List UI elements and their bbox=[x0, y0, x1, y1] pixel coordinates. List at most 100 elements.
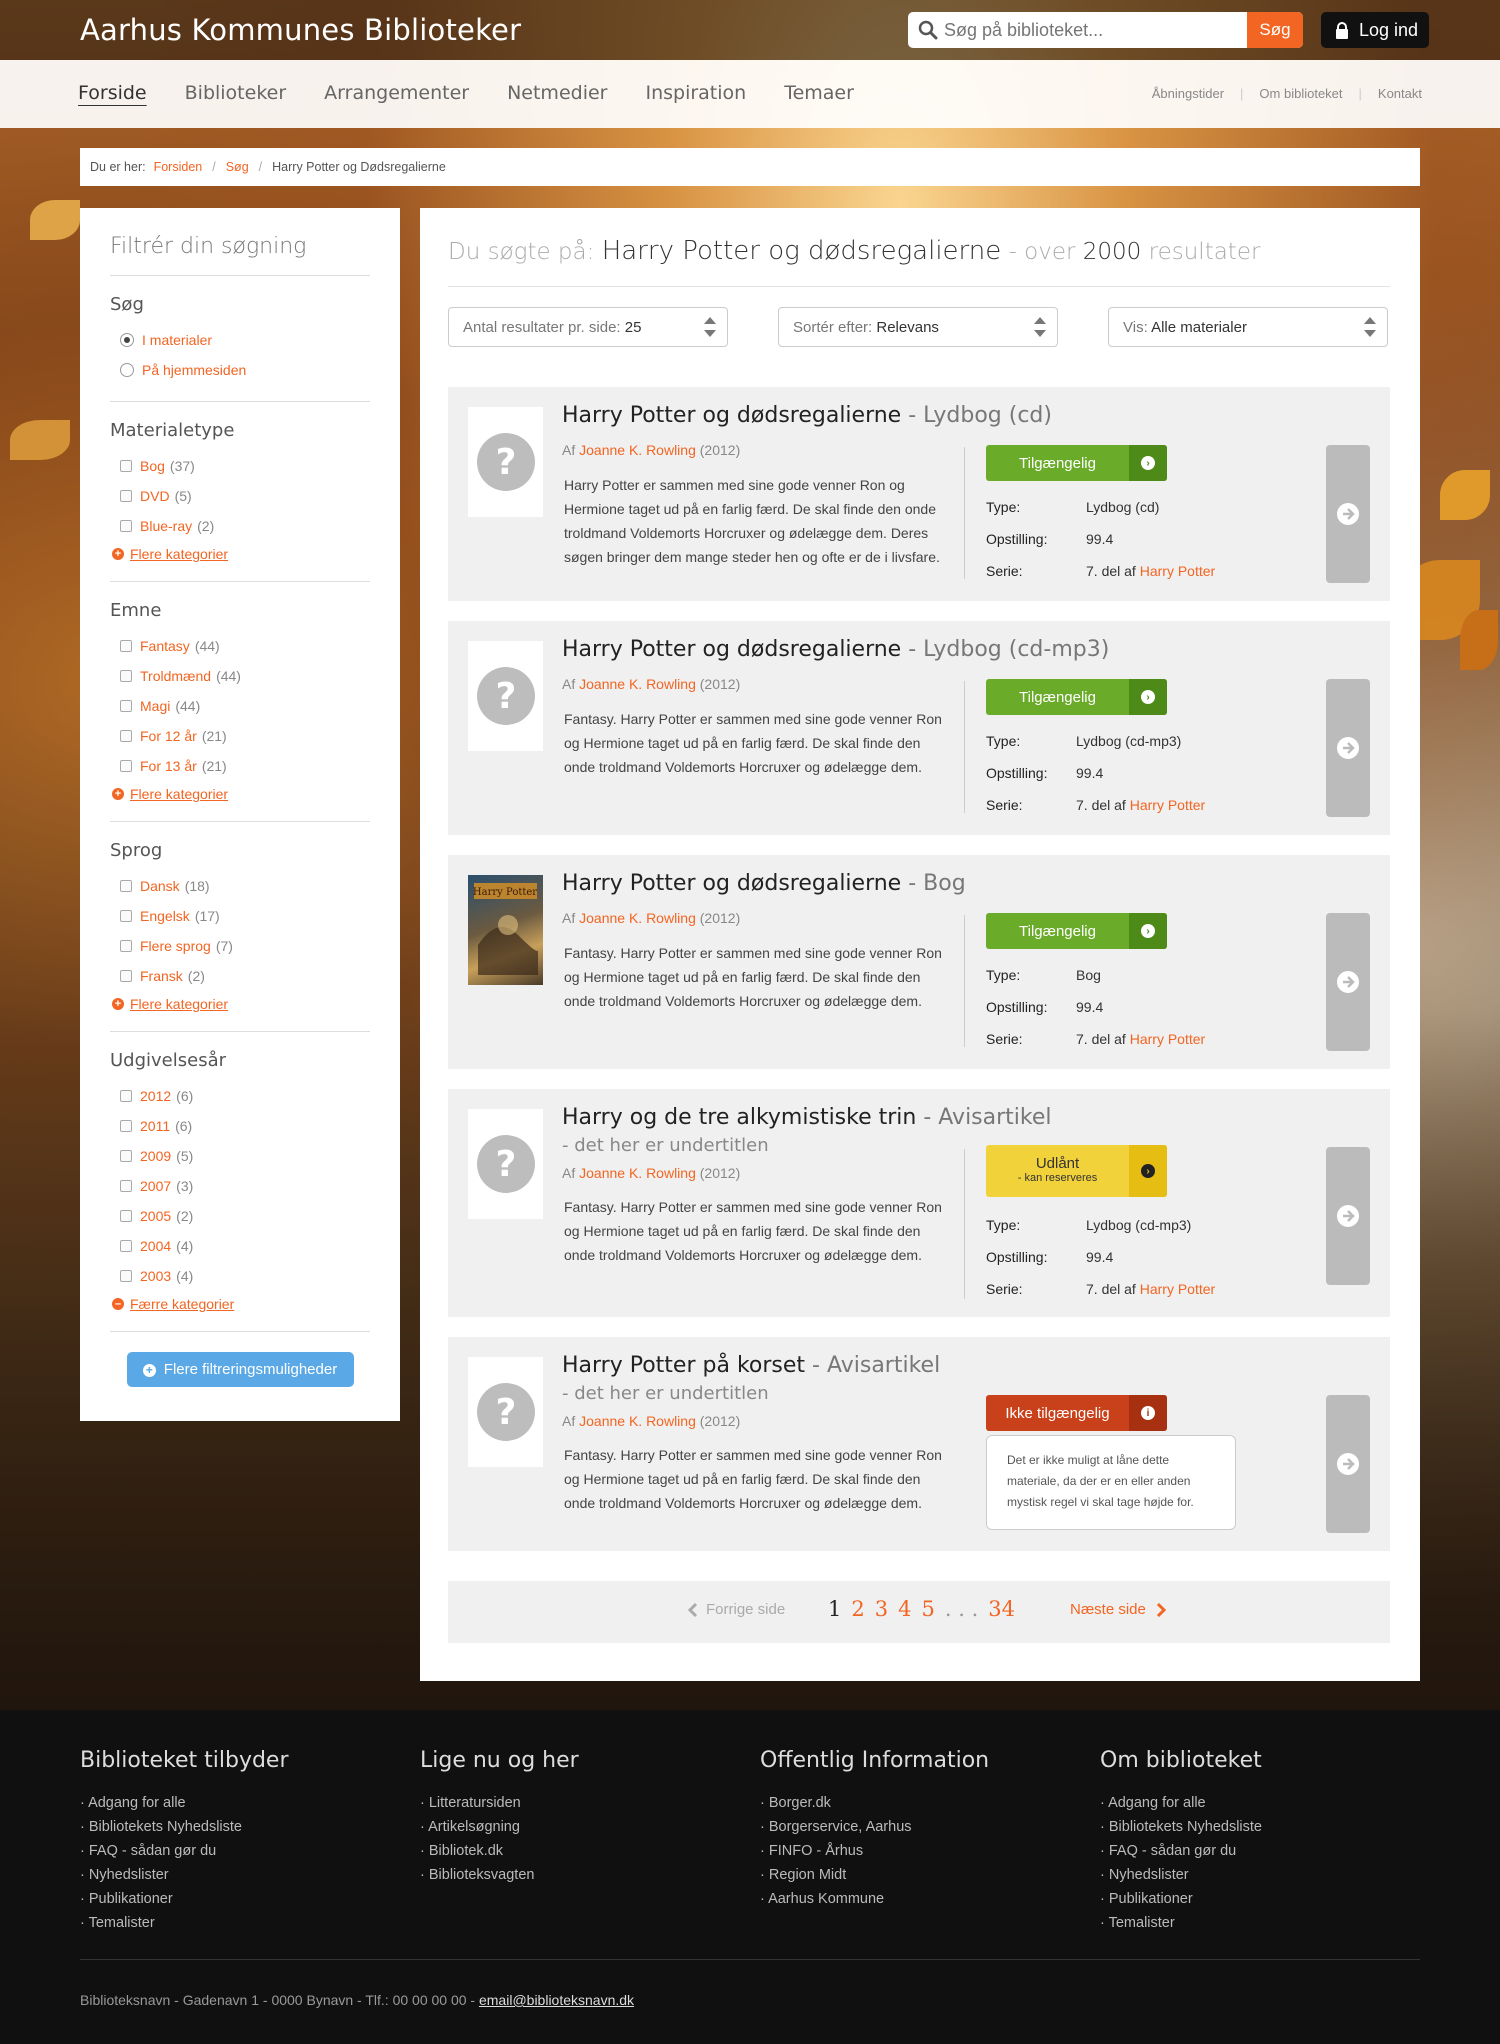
filter-option[interactable]: For 12 år (21) bbox=[110, 721, 370, 751]
filter-option[interactable]: Flere sprog (7) bbox=[110, 931, 370, 961]
footer-link[interactable]: Bibliotekets Nyhedsliste bbox=[80, 1819, 400, 1843]
footer-link[interactable]: Bibliotek.dk bbox=[420, 1843, 740, 1867]
filter-option[interactable]: Engelsk (17) bbox=[110, 901, 370, 931]
cover-placeholder[interactable]: ? bbox=[468, 1357, 543, 1467]
filter-option[interactable]: 2005 (2) bbox=[110, 1201, 370, 1231]
availability-button[interactable]: Tilgængelig › bbox=[986, 913, 1167, 949]
next-page-button[interactable]: Næste side bbox=[1070, 1601, 1166, 1618]
footer-link[interactable]: Adgang for alle bbox=[1100, 1795, 1420, 1819]
author-link[interactable]: Joanne K. Rowling bbox=[579, 910, 696, 926]
nav-item-netmedier[interactable]: Netmedier bbox=[507, 82, 607, 104]
open-result-button[interactable] bbox=[1326, 1147, 1370, 1285]
author-link[interactable]: Joanne K. Rowling bbox=[579, 676, 696, 692]
util-link-about[interactable]: Om biblioteket bbox=[1259, 86, 1342, 101]
more-categories-link[interactable]: + Flere kategorier bbox=[110, 783, 370, 805]
series-link[interactable]: Harry Potter bbox=[1140, 1281, 1215, 1297]
filter-option[interactable]: DVD (5) bbox=[110, 481, 370, 511]
util-link-contact[interactable]: Kontakt bbox=[1378, 86, 1422, 101]
author-link[interactable]: Joanne K. Rowling bbox=[579, 1413, 696, 1429]
result-title[interactable]: Harry Potter på korset - Avisartikel bbox=[562, 1353, 940, 1378]
filter-option[interactable]: Magi (44) bbox=[110, 691, 370, 721]
footer-link[interactable]: Borgerservice, Aarhus bbox=[760, 1819, 1080, 1843]
checkbox[interactable] bbox=[120, 640, 132, 652]
filter-option[interactable]: 2003 (4) bbox=[110, 1261, 370, 1291]
result-title[interactable]: Harry Potter og dødsregalierne - Bog bbox=[562, 871, 966, 896]
result-title[interactable]: Harry og de tre alkymistiske trin - Avis… bbox=[562, 1105, 1052, 1130]
checkbox[interactable] bbox=[120, 1270, 132, 1282]
checkbox[interactable] bbox=[120, 1210, 132, 1222]
result-title[interactable]: Harry Potter og dødsregalierne - Lydbog … bbox=[562, 403, 1052, 428]
cover-placeholder[interactable]: ? bbox=[468, 641, 543, 751]
fewer-categories-link[interactable]: – Færre kategorier bbox=[110, 1293, 370, 1315]
nav-item-arrangementer[interactable]: Arrangementer bbox=[324, 82, 469, 104]
sort-select[interactable]: Sortér efter: Relevans bbox=[778, 307, 1058, 347]
filter-option[interactable]: 2011 (6) bbox=[110, 1111, 370, 1141]
filter-option[interactable]: 2009 (5) bbox=[110, 1141, 370, 1171]
cover-placeholder[interactable]: ? bbox=[468, 407, 543, 517]
checkbox[interactable] bbox=[120, 520, 132, 532]
footer-link[interactable]: Aarhus Kommune bbox=[760, 1891, 1080, 1915]
footer-link[interactable]: Nyhedslister bbox=[1100, 1867, 1420, 1891]
email-link[interactable]: email@biblioteksnavn.dk bbox=[479, 1992, 634, 2008]
open-result-button[interactable] bbox=[1326, 445, 1370, 583]
checkbox[interactable] bbox=[120, 1150, 132, 1162]
footer-link[interactable]: Temalister bbox=[1100, 1915, 1420, 1939]
search-button[interactable]: Søg bbox=[1247, 12, 1303, 48]
author-link[interactable]: Joanne K. Rowling bbox=[579, 1165, 696, 1181]
breadcrumb-link-search[interactable]: Søg bbox=[226, 160, 249, 174]
open-result-button[interactable] bbox=[1326, 913, 1370, 1051]
checkbox[interactable] bbox=[120, 1240, 132, 1252]
series-link[interactable]: Harry Potter bbox=[1140, 563, 1215, 579]
author-link[interactable]: Joanne K. Rowling bbox=[579, 442, 696, 458]
radio-option-website[interactable]: På hjemmesiden bbox=[110, 355, 370, 385]
footer-link[interactable]: Bibliotekets Nyhedsliste bbox=[1100, 1819, 1420, 1843]
footer-link[interactable]: Artikelsøgning bbox=[420, 1819, 740, 1843]
open-result-button[interactable] bbox=[1326, 1395, 1370, 1533]
breadcrumb-link-home[interactable]: Forsiden bbox=[154, 160, 203, 174]
checkbox[interactable] bbox=[120, 910, 132, 922]
checkbox[interactable] bbox=[120, 880, 132, 892]
checkbox[interactable] bbox=[120, 970, 132, 982]
footer-link[interactable]: Publikationer bbox=[1100, 1891, 1420, 1915]
checkbox[interactable] bbox=[120, 1090, 132, 1102]
util-link-opening-hours[interactable]: Åbningstider bbox=[1152, 86, 1224, 101]
more-filters-button[interactable]: + Flere filtreringsmuligheder bbox=[126, 1352, 354, 1387]
site-title[interactable]: Aarhus Kommunes Biblioteker bbox=[80, 13, 521, 47]
filter-option[interactable]: Fantasy (44) bbox=[110, 631, 370, 661]
footer-link[interactable]: FAQ - sådan gør du bbox=[80, 1843, 400, 1867]
filter-option[interactable]: For 13 år (21) bbox=[110, 751, 370, 781]
nav-item-forside[interactable]: Forside bbox=[78, 82, 147, 104]
results-per-page-select[interactable]: Antal resultater pr. side: 25 bbox=[448, 307, 728, 347]
page-link[interactable]: 3 bbox=[875, 1597, 888, 1621]
footer-link[interactable]: FAQ - sådan gør du bbox=[1100, 1843, 1420, 1867]
checkbox[interactable] bbox=[120, 490, 132, 502]
footer-link[interactable]: Borger.dk bbox=[760, 1795, 1080, 1819]
checkbox[interactable] bbox=[120, 1120, 132, 1132]
filter-option[interactable]: Fransk (2) bbox=[110, 961, 370, 991]
filter-option[interactable]: 2007 (3) bbox=[110, 1171, 370, 1201]
footer-link[interactable]: FINFO - Århus bbox=[760, 1843, 1080, 1867]
series-link[interactable]: Harry Potter bbox=[1130, 1031, 1205, 1047]
checkbox[interactable] bbox=[120, 700, 132, 712]
page-link-last[interactable]: 34 bbox=[988, 1597, 1015, 1621]
previous-page-button[interactable]: Forrige side bbox=[688, 1601, 785, 1618]
series-link[interactable]: Harry Potter bbox=[1130, 797, 1205, 813]
page-link[interactable]: 5 bbox=[922, 1597, 935, 1621]
nav-item-biblioteker[interactable]: Biblioteker bbox=[185, 82, 287, 104]
checkbox[interactable] bbox=[120, 940, 132, 952]
view-select[interactable]: Vis: Alle materialer bbox=[1108, 307, 1388, 347]
availability-button[interactable]: Udlånt - kan reserveres › bbox=[986, 1145, 1167, 1197]
more-categories-link[interactable]: + Flere kategorier bbox=[110, 993, 370, 1015]
filter-option[interactable]: 2012 (6) bbox=[110, 1081, 370, 1111]
checkbox[interactable] bbox=[120, 1180, 132, 1192]
login-button[interactable]: Log ind bbox=[1321, 12, 1429, 48]
nav-item-inspiration[interactable]: Inspiration bbox=[645, 82, 746, 104]
footer-link[interactable]: Temalister bbox=[80, 1915, 400, 1939]
open-result-button[interactable] bbox=[1326, 679, 1370, 817]
radio-option-materials[interactable]: I materialer bbox=[110, 325, 370, 355]
nav-item-temaer[interactable]: Temaer bbox=[784, 82, 854, 104]
filter-option[interactable]: 2004 (4) bbox=[110, 1231, 370, 1261]
availability-button[interactable]: Ikke tilgængelig i bbox=[986, 1395, 1167, 1431]
footer-link[interactable]: Nyhedslister bbox=[80, 1867, 400, 1891]
page-link[interactable]: 4 bbox=[898, 1597, 911, 1621]
